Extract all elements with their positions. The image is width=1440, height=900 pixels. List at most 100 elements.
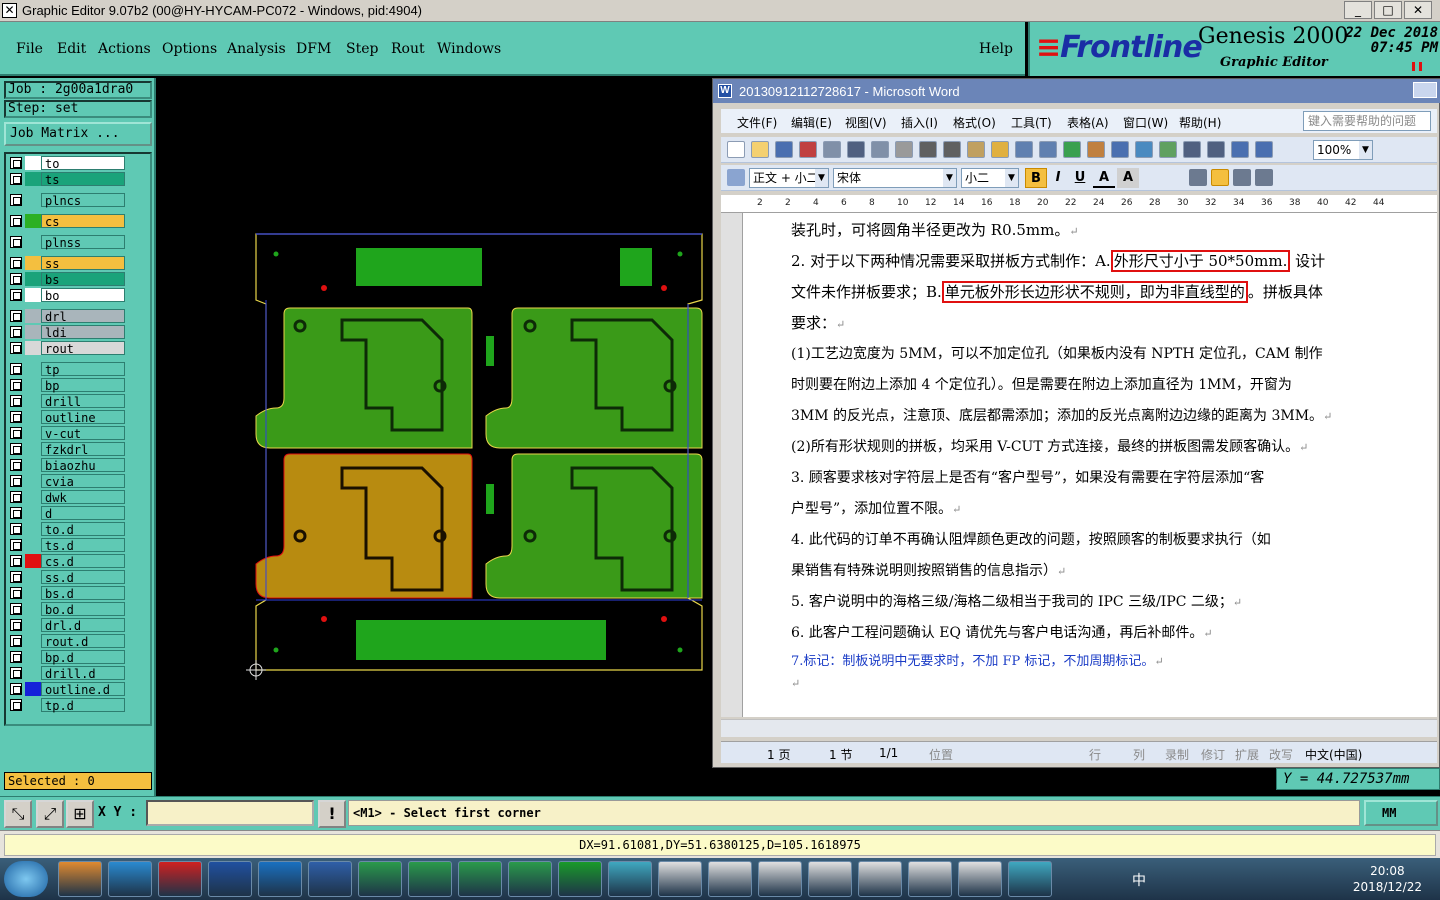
- layer-row-drl.d[interactable]: drl.d: [8, 618, 128, 633]
- word-window-button[interactable]: [1413, 82, 1437, 98]
- taskbar-app-button[interactable]: [658, 861, 702, 897]
- layer-name[interactable]: cs.d: [41, 554, 125, 569]
- layer-color-swatch[interactable]: [25, 341, 41, 355]
- word-menu-help[interactable]: 帮助(H): [1179, 114, 1221, 131]
- layer-color-swatch[interactable]: [25, 554, 41, 568]
- horizontal-scrollbar[interactable]: [721, 719, 1437, 737]
- layer-color-swatch[interactable]: [25, 618, 41, 632]
- tray-clock[interactable]: 20:08 2018/12/22: [1353, 863, 1422, 895]
- taskbar-app-button[interactable]: [308, 861, 352, 897]
- word-help-search[interactable]: 键入需要帮助的问题: [1303, 111, 1431, 131]
- layer-checkbox[interactable]: [10, 603, 22, 615]
- layer-name[interactable]: cs: [41, 214, 125, 229]
- layer-row-drill[interactable]: drill: [8, 394, 128, 409]
- layer-row-dwk[interactable]: dwk: [8, 490, 128, 505]
- layer-color-swatch[interactable]: [25, 506, 41, 520]
- taskbar-app-button[interactable]: [58, 861, 102, 897]
- layer-row-ts[interactable]: ts: [8, 172, 128, 187]
- layer-color-swatch[interactable]: [25, 586, 41, 600]
- layer-checkbox[interactable]: [10, 310, 22, 322]
- layer-checkbox[interactable]: [10, 635, 22, 647]
- word-menu-view[interactable]: 视图(V): [845, 114, 887, 131]
- layer-row-plncs[interactable]: plncs: [8, 193, 128, 208]
- layer-name[interactable]: bp: [41, 378, 125, 393]
- toolbar-tool-icon[interactable]: [1207, 141, 1225, 158]
- layer-name[interactable]: d: [41, 506, 125, 521]
- layer-row-outline.d[interactable]: outline.d: [8, 682, 128, 697]
- layer-name[interactable]: rout.d: [41, 634, 125, 649]
- taskbar-app-button[interactable]: [508, 861, 552, 897]
- toolbar-tool-icon[interactable]: [727, 141, 745, 158]
- layer-checkbox[interactable]: [10, 395, 22, 407]
- toolbar-tool-icon[interactable]: [1087, 141, 1105, 158]
- layer-checkbox[interactable]: [10, 363, 22, 375]
- layer-name[interactable]: to.d: [41, 522, 125, 537]
- status-overtype[interactable]: 改写: [1269, 746, 1293, 763]
- layer-row-cs.d[interactable]: cs.d: [8, 554, 128, 569]
- toolbar-tool-icon[interactable]: [1255, 141, 1273, 158]
- layer-name[interactable]: rout: [41, 341, 125, 356]
- layer-name[interactable]: ts.d: [41, 538, 125, 553]
- layer-name[interactable]: outline.d: [41, 682, 125, 697]
- minimize-button[interactable]: _: [1344, 1, 1372, 19]
- horizontal-ruler[interactable]: 2 2 4 6 8 10 12 14 16 18 20 22 24 26 28 30 32 34 36 38 40 42 4…: [721, 195, 1437, 213]
- toolbar-tool-icon[interactable]: [775, 141, 793, 158]
- layer-name[interactable]: dwk: [41, 490, 125, 505]
- layer-checkbox[interactable]: [10, 215, 22, 227]
- layer-name[interactable]: bs.d: [41, 586, 125, 601]
- layer-row-rout.d[interactable]: rout.d: [8, 634, 128, 649]
- layer-name[interactable]: drill: [41, 394, 125, 409]
- layer-checkbox[interactable]: [10, 443, 22, 455]
- layer-color-swatch[interactable]: [25, 474, 41, 488]
- layer-name[interactable]: fzkdrl: [41, 442, 125, 457]
- layer-checkbox[interactable]: [10, 427, 22, 439]
- taskbar-app-button[interactable]: [408, 861, 452, 897]
- align-left-icon[interactable]: [1189, 169, 1207, 186]
- layer-row-to[interactable]: to: [8, 156, 128, 171]
- graphic-canvas[interactable]: [156, 78, 712, 796]
- word-menu-edit[interactable]: 编辑(E): [791, 114, 832, 131]
- toolbar-tool-icon[interactable]: [919, 141, 937, 158]
- layer-color-swatch[interactable]: [25, 650, 41, 664]
- layer-color-swatch[interactable]: [25, 698, 41, 712]
- layer-color-swatch[interactable]: [25, 214, 41, 228]
- layer-row-drill.d[interactable]: drill.d: [8, 666, 128, 681]
- close-button[interactable]: ✕: [1404, 1, 1432, 19]
- layer-name[interactable]: tp.d: [41, 698, 125, 713]
- layer-row-v-cut[interactable]: v-cut: [8, 426, 128, 441]
- toolbar-tool-icon[interactable]: [799, 141, 817, 158]
- word-menu-file[interactable]: 文件(F): [737, 114, 777, 131]
- taskbar-app-button[interactable]: [608, 861, 652, 897]
- layer-checkbox[interactable]: [10, 257, 22, 269]
- layer-name[interactable]: ts: [41, 172, 125, 187]
- justify-icon[interactable]: [1255, 169, 1273, 186]
- xy-input[interactable]: [146, 800, 314, 826]
- font-select[interactable]: 宋体 ▼: [833, 168, 957, 188]
- layer-row-cs[interactable]: cs: [8, 214, 128, 229]
- layer-name[interactable]: drl: [41, 309, 125, 324]
- layer-color-swatch[interactable]: [25, 378, 41, 392]
- layer-name[interactable]: plnss: [41, 235, 125, 250]
- status-record[interactable]: 录制: [1165, 746, 1189, 763]
- layer-name[interactable]: to: [41, 156, 125, 171]
- layer-row-d[interactable]: d: [8, 506, 128, 521]
- layer-row-rout[interactable]: rout: [8, 341, 128, 356]
- menu-help[interactable]: Help: [979, 41, 1013, 57]
- taskbar-app-button[interactable]: [708, 861, 752, 897]
- layer-name[interactable]: drill.d: [41, 666, 125, 681]
- toolbar-tool-icon[interactable]: [1231, 141, 1249, 158]
- layer-name[interactable]: cvia: [41, 474, 125, 489]
- styles-icon[interactable]: [727, 169, 745, 186]
- layer-color-swatch[interactable]: [25, 272, 41, 286]
- taskbar-app-button[interactable]: [458, 861, 502, 897]
- layer-checkbox[interactable]: [10, 173, 22, 185]
- layer-name[interactable]: bo.d: [41, 602, 125, 617]
- layer-row-fzkdrl[interactable]: fzkdrl: [8, 442, 128, 457]
- taskbar-app-button[interactable]: [808, 861, 852, 897]
- layer-color-swatch[interactable]: [25, 458, 41, 472]
- layer-row-outline[interactable]: outline: [8, 410, 128, 425]
- layer-color-swatch[interactable]: [25, 288, 41, 302]
- layer-color-swatch[interactable]: [25, 442, 41, 456]
- layer-name[interactable]: ldi: [41, 325, 125, 340]
- taskbar-app-button[interactable]: [858, 861, 902, 897]
